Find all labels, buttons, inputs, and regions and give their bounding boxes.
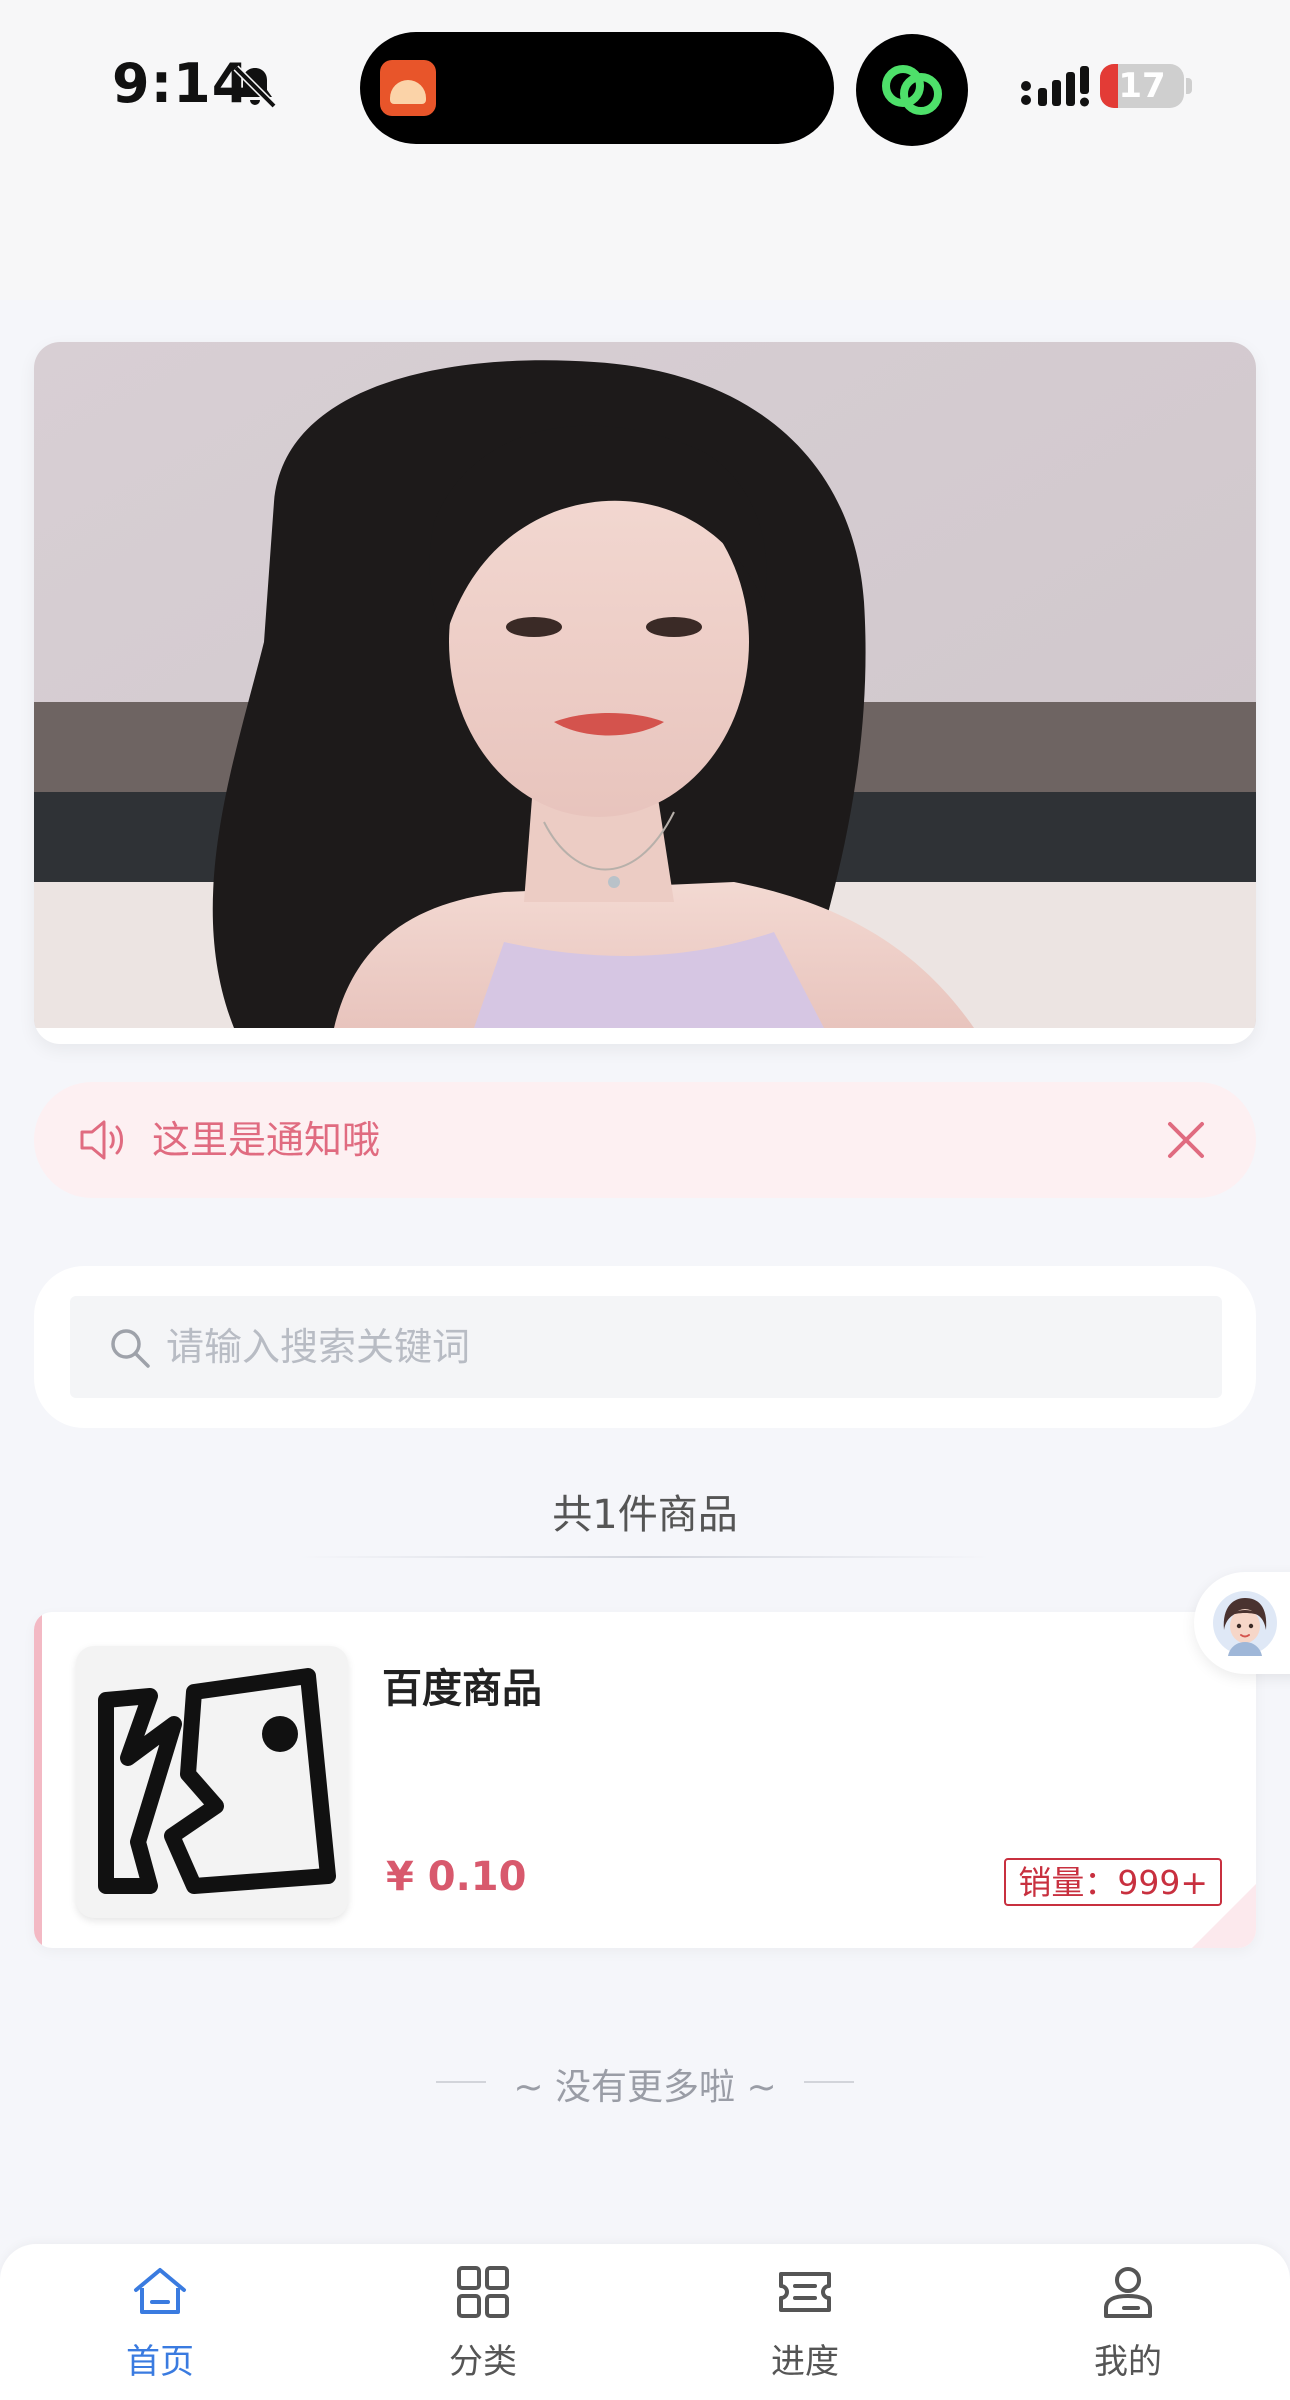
customer-service-button[interactable] [1194, 1572, 1290, 1674]
tab-label-mine: 我的 [1094, 2342, 1162, 2382]
broken-image-icon [98, 1668, 336, 1894]
tab-label-home: 首页 [126, 2342, 194, 2382]
home-icon [134, 2268, 186, 2314]
user-icon [1104, 2267, 1152, 2318]
battery-tip [1186, 78, 1192, 94]
avatar-icon [1213, 1591, 1277, 1656]
bottom-tab-bar: 首页 分类 进度 我的 [0, 2244, 1290, 2400]
card-accent [34, 1612, 42, 1948]
dynamic-island [360, 32, 834, 144]
app-icon[interactable] [380, 60, 436, 116]
notice-bar: 这里是通知哦 [34, 1082, 1256, 1198]
search-card [34, 1266, 1256, 1428]
tab-category[interactable]: 分类 [383, 2244, 583, 2400]
link-icon [882, 65, 942, 115]
search-icon [111, 1329, 150, 1368]
grid-icon [457, 2266, 509, 2318]
product-thumbnail[interactable] [76, 1646, 348, 1918]
product-name: 百度商品 [382, 1666, 542, 1712]
tab-label-progress: 进度 [771, 2342, 839, 2382]
tab-mine[interactable]: 我的 [1028, 2244, 1228, 2400]
speaker-icon [80, 1120, 123, 1160]
battery-icon: 17 [1100, 64, 1184, 108]
product-price: ¥ 0.10 [386, 1854, 527, 1900]
divider-right [804, 2081, 854, 2083]
end-of-list-text: ~ 没有更多啦 ~ [513, 2067, 777, 2108]
banner-image[interactable] [34, 342, 1256, 1028]
divider [300, 1556, 990, 1558]
banner-card[interactable] [34, 342, 1256, 1044]
search-box[interactable] [70, 1296, 1222, 1398]
notice-text: 这里是通知哦 [152, 1118, 381, 1162]
bell-off-icon [233, 65, 277, 109]
card-corner-decoration [1192, 1884, 1256, 1948]
tab-label-category: 分类 [449, 2342, 517, 2382]
battery-percent: 17 [1118, 66, 1166, 106]
tab-home[interactable]: 首页 [60, 2244, 260, 2400]
close-icon[interactable] [1164, 1118, 1208, 1162]
product-count: 共1件商品 [552, 1492, 738, 1538]
product-card[interactable]: 百度商品 ¥ 0.10 销量：999+ [34, 1612, 1256, 1948]
tab-progress[interactable]: 进度 [705, 2244, 905, 2400]
status-bar: 9:14 17 [0, 0, 1290, 300]
sales-badge: 销量：999+ [1004, 1858, 1222, 1906]
ticket-icon [779, 2272, 831, 2312]
signal-icon [1021, 66, 1089, 107]
link-bubble[interactable] [856, 34, 968, 146]
search-input[interactable] [166, 1296, 1196, 1398]
